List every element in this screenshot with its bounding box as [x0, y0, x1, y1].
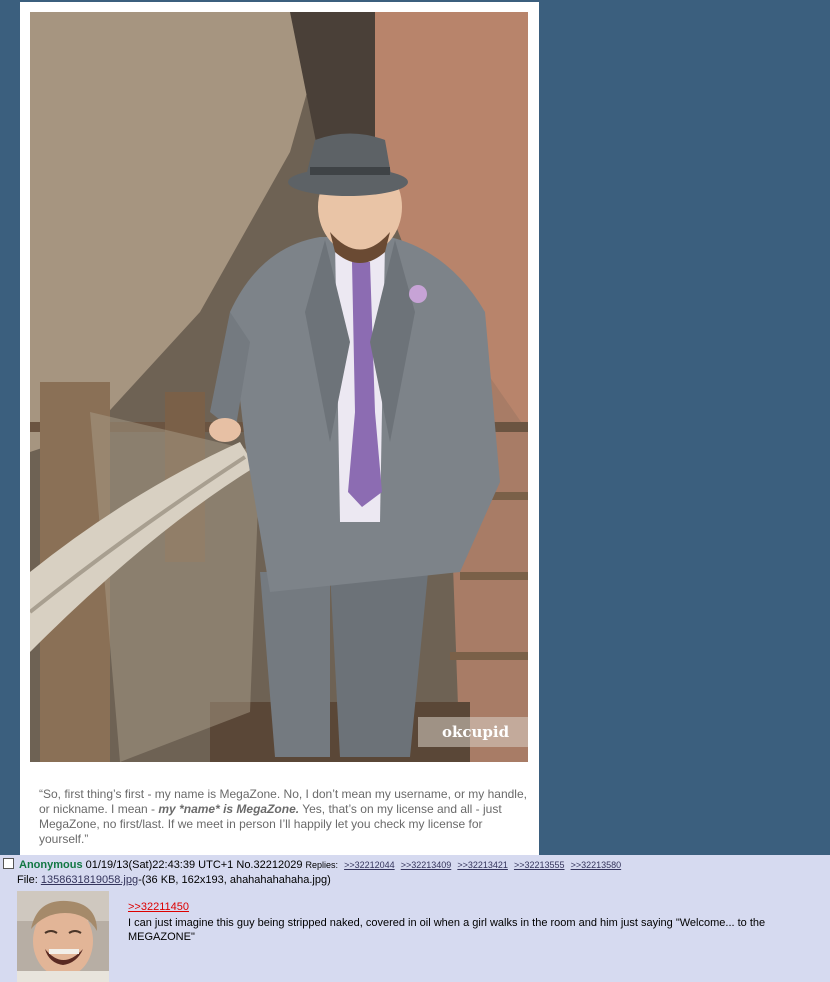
reply-post: Anonymous 01/19/13(Sat)22:43:39 UTC+1 No…: [0, 855, 830, 982]
replies-label: Replies:: [305, 860, 339, 870]
reply-backlink[interactable]: >>32213421: [457, 860, 508, 870]
post-comment: I can just imagine this guy being stripp…: [128, 917, 766, 943]
reply-backlink[interactable]: >>32212044: [344, 860, 395, 870]
post-select-checkbox[interactable]: [3, 858, 14, 869]
file-label: File:: [17, 874, 41, 886]
post-header: Anonymous 01/19/13(Sat)22:43:39 UTC+1 No…: [19, 859, 621, 872]
man-in-suit-photo[interactable]: okcupid: [30, 12, 528, 762]
poster-name: Anonymous: [19, 859, 83, 871]
reply-backlink[interactable]: >>32213580: [571, 860, 622, 870]
reply-backlink[interactable]: >>32213555: [514, 860, 565, 870]
file-details: -(36 KB, 162x193, ahahahahahaha.jpg): [138, 874, 331, 886]
caption-emphasis: my *name* is MegaZone.: [158, 802, 300, 816]
post-number[interactable]: No.32212029: [236, 859, 302, 871]
file-info-line: File: 1358631819058.jpg-(36 KB, 162x193,…: [17, 874, 331, 887]
profile-quote-caption: “So, first thing’s first - my name is Me…: [39, 787, 529, 847]
laughing-man-thumbnail[interactable]: [17, 891, 109, 982]
reply-backlink[interactable]: >>32213409: [401, 860, 452, 870]
file-name-link[interactable]: 1358631819058.jpg: [41, 874, 138, 886]
quote-link[interactable]: >>32211450: [128, 901, 189, 913]
image-card: okcupid “So, first thing’s first - my na…: [20, 2, 539, 855]
okcupid-watermark: okcupid: [442, 723, 510, 741]
post-datetime: 01/19/13(Sat)22:43:39 UTC+1: [85, 859, 234, 871]
